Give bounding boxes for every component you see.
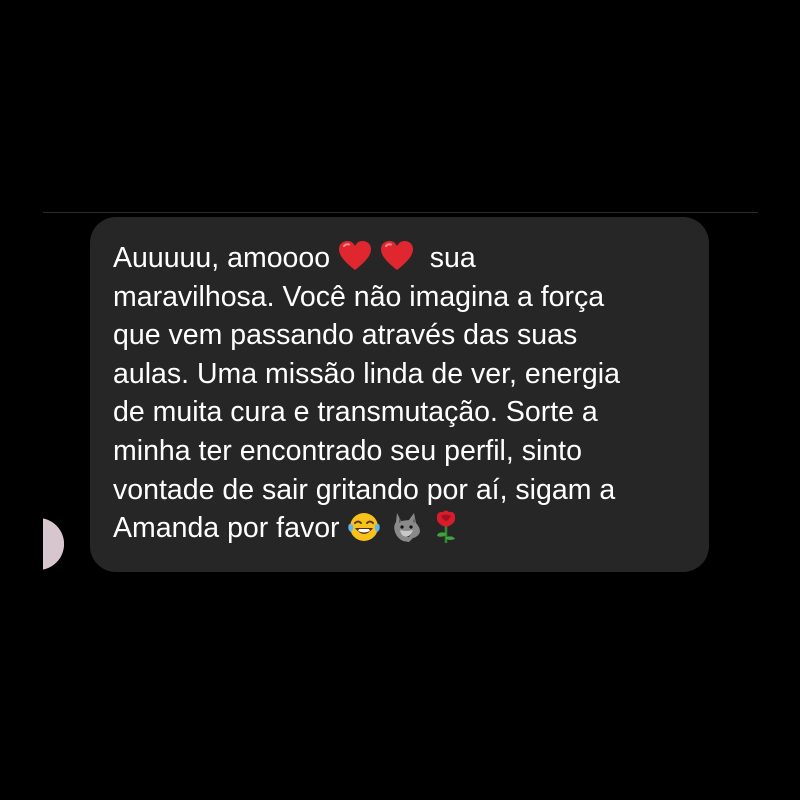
- red-rose-icon: [431, 509, 461, 545]
- message-line-2: maravilhosa. Você não imagina a força: [113, 280, 605, 313]
- red-heart-icon: [380, 240, 414, 272]
- message-line-3: que vem passando através das suas: [113, 319, 578, 352]
- message-text: Auuuuu, amoooo sua maravilhosa. Você não…: [113, 239, 687, 548]
- message-line-7: vontade de sair gritando por aí, sigam a: [113, 473, 616, 506]
- message-text-part: Amanda por favor: [113, 512, 340, 545]
- message-bubble[interactable]: Auuuuu, amoooo sua maravilhosa. Você não…: [90, 217, 709, 572]
- avatar-clip: [0, 0, 43, 800]
- message-text-part: Auuuuu, amoooo: [113, 242, 331, 274]
- tears-of-joy-icon: [347, 510, 381, 544]
- message-line-8: Amanda por favor: [113, 509, 687, 548]
- message-line-1: Auuuuu, amoooo sua: [113, 239, 687, 278]
- message-line-5: de muita cura e transmutação. Sorte a: [113, 396, 598, 429]
- wolf-icon: [389, 510, 423, 544]
- message-text-part: sua: [429, 242, 476, 274]
- message-line-6: minha ter encontrado seu perfil, sinto: [113, 434, 582, 467]
- message-line-4: aulas. Uma missão linda de ver, energia: [113, 357, 620, 390]
- red-heart-icon: [338, 240, 372, 272]
- chat-screen: Auuuuu, amoooo sua maravilhosa. Você não…: [0, 0, 800, 800]
- divider: [43, 212, 758, 213]
